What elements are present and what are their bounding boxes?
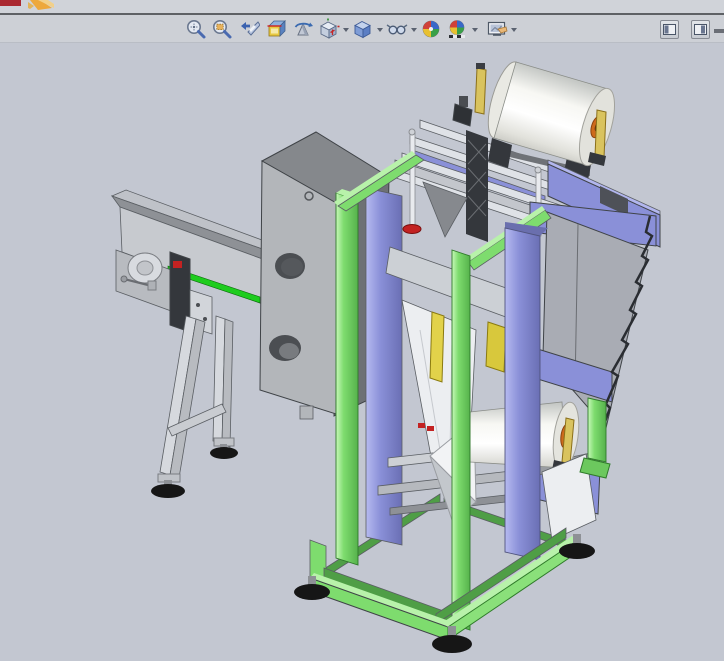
edit-appearance-button[interactable] (420, 18, 442, 40)
previous-view-button[interactable] (238, 18, 261, 40)
shaded-cube-icon (354, 20, 371, 39)
magnifier-area-icon (213, 20, 232, 39)
back-arrow-wand-icon (241, 21, 261, 36)
application-window (0, 0, 724, 661)
display-style-dropdown-caret[interactable] (377, 28, 383, 32)
monitor-hand-icon (487, 21, 508, 36)
pane-left-icon (663, 24, 676, 35)
section-view-button[interactable] (265, 18, 287, 40)
magnifier-icon (187, 20, 206, 39)
apply-scene-dropdown-caret[interactable] (472, 28, 478, 32)
zoom-to-area-button[interactable] (211, 18, 233, 40)
glasses-icon (386, 24, 408, 35)
view-orientation-dropdown-caret[interactable] (343, 28, 349, 32)
checker-floor (449, 35, 465, 38)
heads-up-view-toolbar (0, 15, 724, 43)
infeed-conveyor (110, 189, 271, 498)
hide-show-items-button[interactable] (386, 18, 408, 40)
view-settings-dropdown-caret[interactable] (511, 28, 517, 32)
assembly-model (110, 61, 661, 653)
cropped-toolbar-overflow (714, 29, 724, 33)
cropped-red-menu-icon (0, 0, 21, 6)
scene-ball-icon (449, 20, 465, 38)
display-style-button[interactable] (352, 18, 374, 40)
view-orientation-button[interactable] (318, 18, 340, 40)
cropped-orange-menu-icon (28, 0, 54, 10)
view-settings-button[interactable] (486, 18, 508, 40)
hide-show-items-dropdown-caret[interactable] (411, 28, 417, 32)
apply-scene-button[interactable] (446, 18, 468, 40)
sliced-cube-icon (267, 20, 286, 37)
collapse-pane-right-button[interactable] (691, 20, 710, 39)
graphics-viewport[interactable] (0, 43, 724, 661)
zoom-to-fit-button[interactable] (185, 18, 207, 40)
collapse-pane-left-button[interactable] (660, 20, 679, 39)
color-ball-icon (422, 20, 440, 38)
rotate-view-button[interactable] (292, 18, 314, 40)
orientation-cube-icon (320, 18, 340, 39)
menu-bar-fragment (0, 0, 724, 13)
rotate-pyramid-icon (294, 22, 313, 36)
pane-right-icon (694, 24, 707, 35)
